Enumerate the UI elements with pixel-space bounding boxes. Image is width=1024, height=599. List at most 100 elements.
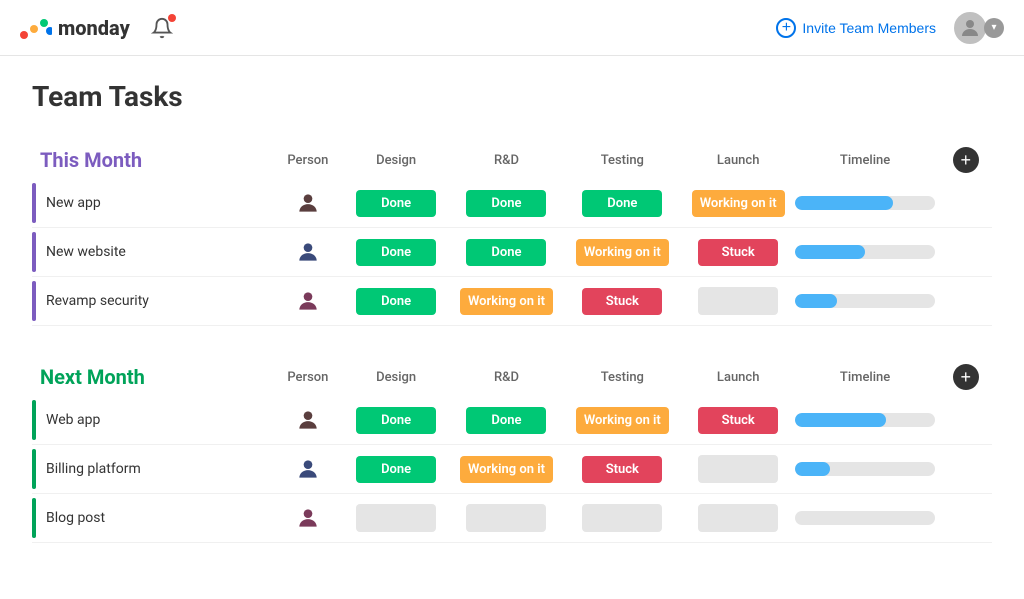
invite-team-button[interactable]: + Invite Team Members	[776, 18, 936, 38]
design-cell[interactable]: Done	[341, 179, 451, 228]
testing-cell[interactable]: Working on it	[562, 228, 683, 277]
header: monday + Invite Team Members ▾	[0, 0, 1024, 56]
row-border	[32, 498, 36, 538]
row-border	[32, 183, 36, 223]
col-header-testing-2: Testing	[562, 358, 683, 396]
status-badge: Stuck	[582, 456, 662, 483]
person-avatar	[293, 188, 323, 218]
timeline-cell[interactable]	[793, 228, 936, 277]
header-right: + Invite Team Members ▾	[776, 10, 1004, 46]
col-header-launch-2: Launch	[683, 358, 793, 396]
timeline-cell[interactable]	[793, 396, 936, 445]
invite-label: Invite Team Members	[802, 20, 936, 36]
testing-cell[interactable]: Working on it	[562, 396, 683, 445]
timeline-bar	[795, 462, 934, 476]
status-empty	[356, 504, 436, 532]
rd-cell[interactable]: Working on it	[451, 445, 561, 494]
timeline-fill	[795, 245, 865, 259]
rd-cell[interactable]: Done	[451, 228, 561, 277]
table-row: New website Done Done	[32, 228, 992, 277]
launch-cell[interactable]: Stuck	[683, 396, 793, 445]
add-column-button-next-month[interactable]: +	[953, 364, 979, 390]
task-name: Revamp security	[46, 293, 166, 309]
design-cell[interactable]: Done	[341, 445, 451, 494]
timeline-cell[interactable]	[793, 494, 936, 543]
person-avatar	[293, 503, 323, 533]
status-badge: Done	[356, 190, 436, 217]
row-border	[32, 281, 36, 321]
table-row: Billing platform Done Wo	[32, 445, 992, 494]
next-month-table: Next Month Person Design R&D Testing Lau…	[32, 358, 992, 543]
testing-cell[interactable]	[562, 494, 683, 543]
status-badge: Working on it	[460, 288, 553, 315]
status-badge: Done	[356, 288, 436, 315]
design-cell[interactable]: Done	[341, 277, 451, 326]
notification-bell[interactable]	[146, 12, 178, 44]
design-cell[interactable]: Done	[341, 396, 451, 445]
person-avatar	[293, 405, 323, 435]
invite-icon: +	[776, 18, 796, 38]
status-empty	[698, 287, 778, 315]
add-column-button-this-month[interactable]: +	[953, 147, 979, 173]
row-border	[32, 449, 36, 489]
person-avatar	[293, 286, 323, 316]
person-cell	[275, 494, 341, 543]
rd-cell[interactable]	[451, 494, 561, 543]
timeline-cell[interactable]	[793, 179, 936, 228]
col-header-launch: Launch	[683, 141, 793, 179]
task-name: New website	[46, 244, 166, 260]
rd-cell[interactable]: Done	[451, 396, 561, 445]
avatar-group[interactable]: ▾	[952, 10, 1004, 46]
next-month-title: Next Month	[40, 365, 145, 389]
status-badge: Done	[466, 190, 546, 217]
col-header-timeline-2: Timeline	[793, 358, 936, 396]
user-avatar	[952, 10, 988, 46]
person-cell	[275, 179, 341, 228]
testing-cell[interactable]: Stuck	[562, 445, 683, 494]
person-cell	[275, 277, 341, 326]
col-header-testing: Testing	[562, 141, 683, 179]
launch-cell[interactable]	[683, 494, 793, 543]
status-badge: Done	[356, 407, 436, 434]
rd-cell[interactable]: Working on it	[451, 277, 561, 326]
status-badge: Stuck	[698, 407, 778, 434]
launch-cell[interactable]	[683, 445, 793, 494]
status-badge: Done	[356, 239, 436, 266]
this-month-title: This Month	[40, 148, 142, 172]
testing-cell[interactable]: Done	[562, 179, 683, 228]
status-empty	[466, 504, 546, 532]
status-badge: Done	[466, 407, 546, 434]
section-next-month: Next Month Person Design R&D Testing Lau…	[32, 358, 992, 543]
table-row: Web app Done Done	[32, 396, 992, 445]
timeline-bar	[795, 294, 934, 308]
task-name: New app	[46, 195, 166, 211]
task-name-cell: Billing platform	[32, 445, 275, 494]
table-row: Blog post	[32, 494, 992, 543]
timeline-bar	[795, 245, 934, 259]
timeline-cell[interactable]	[793, 445, 936, 494]
timeline-fill	[795, 462, 830, 476]
status-empty	[582, 504, 662, 532]
timeline-fill	[795, 196, 893, 210]
status-badge: Stuck	[582, 288, 662, 315]
col-header-design-2: Design	[341, 358, 451, 396]
person-cell	[275, 228, 341, 277]
design-cell[interactable]	[341, 494, 451, 543]
task-name-cell: New app	[32, 179, 275, 228]
testing-cell[interactable]: Stuck	[562, 277, 683, 326]
launch-cell[interactable]: Stuck	[683, 228, 793, 277]
logo-dots	[20, 17, 52, 39]
person-avatar	[293, 454, 323, 484]
row-border	[32, 400, 36, 440]
col-header-person-2: Person	[275, 358, 341, 396]
launch-cell[interactable]: Working on it	[683, 179, 793, 228]
task-name-cell: Web app	[32, 396, 275, 445]
status-badge: Working on it	[460, 456, 553, 483]
avatar-dropdown[interactable]: ▾	[984, 18, 1004, 38]
rd-cell[interactable]: Done	[451, 179, 561, 228]
task-name-cell: New website	[32, 228, 275, 277]
timeline-cell[interactable]	[793, 277, 936, 326]
design-cell[interactable]: Done	[341, 228, 451, 277]
table-row: New app Done Done	[32, 179, 992, 228]
launch-cell[interactable]	[683, 277, 793, 326]
